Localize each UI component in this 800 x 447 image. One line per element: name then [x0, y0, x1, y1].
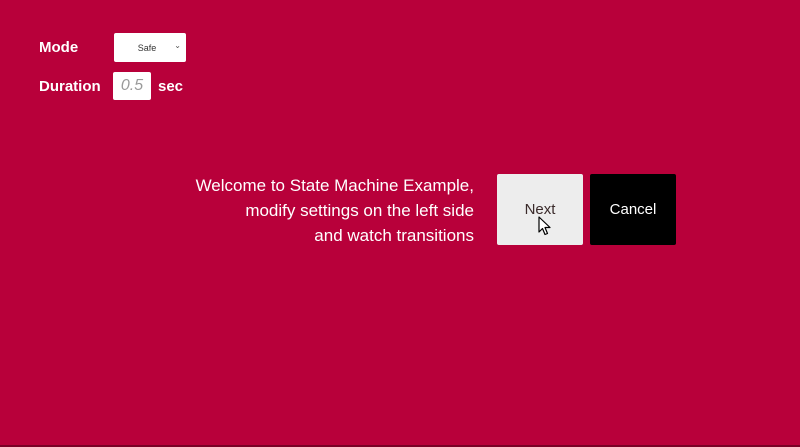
cancel-button[interactable]: Cancel — [590, 174, 676, 245]
welcome-line: and watch transitions — [314, 226, 474, 245]
app-window: Mode Safe ⌄ Duration 0.5 sec Welcome to … — [0, 0, 800, 447]
mouse-pointer-icon — [538, 216, 551, 236]
welcome-message: Welcome to State Machine Example, modify… — [134, 173, 474, 248]
chevron-down-icon: ⌄ — [174, 41, 181, 50]
mode-selected-value: Safe — [137, 42, 157, 53]
duration-input[interactable]: 0.5 — [113, 72, 151, 100]
duration-label: Duration — [39, 77, 101, 95]
mode-dropdown[interactable]: Safe ⌄ — [114, 33, 186, 62]
duration-row: Duration 0.5 sec — [39, 72, 183, 100]
duration-unit-label: sec — [158, 77, 184, 95]
cancel-button-label: Cancel — [609, 201, 657, 218]
welcome-line: modify settings on the left side — [245, 201, 474, 220]
duration-placeholder: 0.5 — [120, 77, 144, 94]
mode-row: Mode Safe ⌄ — [39, 33, 186, 62]
welcome-line: Welcome to State Machine Example, — [195, 176, 474, 195]
mode-label: Mode — [39, 39, 79, 56]
